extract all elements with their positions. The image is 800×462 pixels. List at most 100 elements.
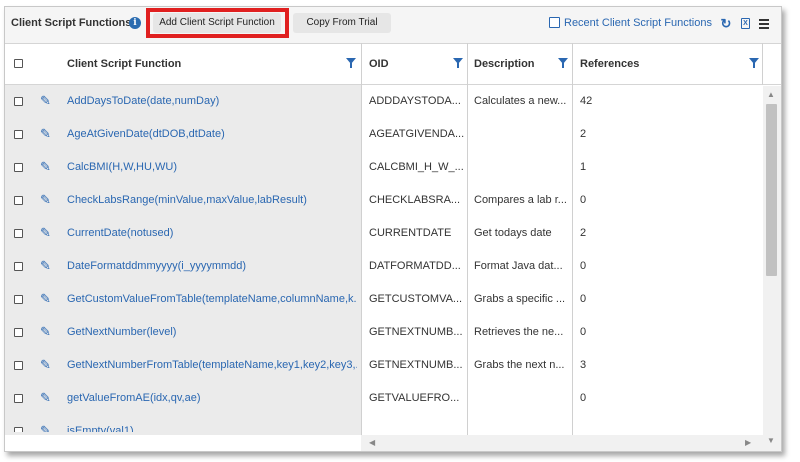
oid-cell: CALCBMI_H_W_... [369,161,464,173]
vertical-scrollbar[interactable]: ▲ ▼ [763,86,781,451]
references-cell: 0 [580,194,587,206]
oid-cell: ADDDAYSTODA... [369,95,461,107]
function-link[interactable]: AddDaysToDate(date,numDay) [67,85,357,118]
description-cell [474,118,569,151]
references-cell: 2 [580,227,587,239]
row-checkbox[interactable] [14,295,23,304]
description-cell: Get todays date [474,227,552,239]
edit-icon[interactable]: ✎ [40,325,54,339]
table-row[interactable]: ✎ isEmpty(val1) [5,415,763,432]
oid-cell: DATFORMATDD... [369,260,461,272]
column-header-references[interactable]: References [580,44,639,84]
oid-cell: GETNEXTNUMB... [369,326,463,338]
recent-checkbox[interactable] [549,17,560,28]
references-cell: 3 [580,359,587,371]
references-cell: 0 [580,392,587,404]
description-cell [474,415,569,432]
description-cell: Grabs a specific ... [474,293,566,305]
refresh-icon[interactable]: ↻ [719,16,733,32]
table-row[interactable]: ✎ AgeAtGivenDate(dtDOB,dtDate) AGEATGIVEND… [5,118,763,151]
edit-icon[interactable]: ✎ [40,292,54,306]
scroll-up-arrow[interactable]: ▲ [767,90,775,99]
description-cell: Calculates a new... [474,95,567,107]
column-header-function[interactable]: Client Script Function [67,44,181,84]
row-checkbox[interactable] [14,427,23,432]
edit-icon[interactable]: ✎ [40,391,54,405]
function-link[interactable]: isEmpty(val1) [67,415,357,432]
table-row[interactable]: ✎ getValueFromAE(idx,qv,ae) GETVALUEFRO...… [5,382,763,415]
scroll-right-arrow[interactable]: ▶ [745,438,751,447]
table-row[interactable]: ✎ GetCustomValueFromTable(templateName,co… [5,283,763,316]
select-all-checkbox[interactable] [14,59,23,68]
references-cell: 42 [580,95,593,107]
edit-icon[interactable]: ✎ [40,259,54,273]
references-cell: 0 [580,293,587,305]
function-link[interactable]: getValueFromAE(idx,qv,ae) [67,382,357,415]
scroll-left-arrow[interactable]: ◀ [369,438,375,447]
export-excel-glyph: X [741,18,750,29]
function-link[interactable]: AgeAtGivenDate(dtDOB,dtDate) [67,118,357,151]
row-checkbox[interactable] [14,130,23,139]
oid-cell: AGEATGIVENDA... [369,128,464,140]
row-checkbox[interactable] [14,328,23,337]
recent-label: Recent Client Script Functions [564,17,712,29]
function-link[interactable]: DateFormatddmmyyyy(i_yyyymmdd) [67,250,357,283]
column-header-description[interactable]: Description [474,44,535,84]
references-cell: 0 [580,326,587,338]
references-cell [580,415,750,432]
edit-icon[interactable]: ✎ [40,226,54,240]
references-cell: 1 [580,161,587,173]
description-cell [474,151,569,184]
copy-from-trial-button[interactable]: Copy From Trial [293,13,391,33]
edit-icon[interactable]: ✎ [40,160,54,174]
oid-cell: GETVALUEFRO... [369,392,460,404]
edit-icon[interactable]: ✎ [40,358,54,372]
filter-icon-references[interactable] [749,58,759,68]
function-link[interactable]: GetCustomValueFromTable(templateName,col… [67,283,357,316]
filter-icon-description[interactable] [558,58,568,68]
recent-functions-toggle[interactable]: Recent Client Script Functions [549,17,712,31]
table-row[interactable]: ✎ GetNextNumberFromTable(templateName,key… [5,349,763,382]
row-checkbox[interactable] [14,97,23,106]
row-checkbox[interactable] [14,361,23,370]
scroll-down-arrow[interactable]: ▼ [767,436,775,445]
table-row[interactable]: ✎ CheckLabsRange(minValue,maxValue,labRes… [5,184,763,217]
column-divider [762,43,763,85]
table-row[interactable]: ✎ CalcBMI(H,W,HU,WU) CALCBMI_H_W_... 1 [5,151,763,184]
edit-icon[interactable]: ✎ [40,193,54,207]
oid-cell: CURRENTDATE [369,227,452,239]
function-link[interactable]: GetNextNumber(level) [67,316,357,349]
row-checkbox[interactable] [14,394,23,403]
description-cell: Grabs the next n... [474,359,565,371]
row-checkbox[interactable] [14,163,23,172]
function-link[interactable]: CheckLabsRange(minValue,maxValue,labResu… [67,184,357,217]
info-icon[interactable]: i [129,17,141,29]
oid-cell [369,415,464,432]
filter-icon-function[interactable] [346,58,356,68]
table-row[interactable]: ✎ AddDaysToDate(date,numDay) ADDDAYSTODA..… [5,85,763,118]
column-header-oid[interactable]: OID [369,44,389,84]
table-row[interactable]: ✎ CurrentDate(notused) CURRENTDATE Get toda… [5,217,763,250]
filter-icon-oid[interactable] [453,58,463,68]
table-row[interactable]: ✎ GetNextNumber(level) GETNEXTNUMB... Retri… [5,316,763,349]
oid-cell: CHECKLABSRA... [369,194,461,206]
row-checkbox[interactable] [14,229,23,238]
edit-icon[interactable]: ✎ [40,94,54,108]
function-link[interactable]: GetNextNumberFromTable(templateName,key1… [67,349,357,382]
client-script-functions-panel: Client Script Functions i Add Client Scr… [4,6,782,452]
oid-cell: GETCUSTOMVA... [369,293,463,305]
menu-icon[interactable] [757,16,771,32]
edit-icon[interactable]: ✎ [40,424,54,433]
function-link[interactable]: CurrentDate(notused) [67,217,357,250]
row-checkbox[interactable] [14,196,23,205]
table-row[interactable]: ✎ DateFormatddmmyyyy(i_yyyymmdd) DATFORMAT… [5,250,763,283]
description-cell: Format Java dat... [474,260,563,272]
horizontal-scrollbar[interactable]: ◀ ▶ [361,435,763,451]
function-link[interactable]: CalcBMI(H,W,HU,WU) [67,151,357,184]
edit-icon[interactable]: ✎ [40,127,54,141]
references-cell: 2 [580,128,587,140]
export-excel-icon[interactable]: X [739,16,753,32]
row-checkbox[interactable] [14,262,23,271]
description-cell: Retrieves the ne... [474,326,564,338]
scroll-thumb[interactable] [766,104,777,276]
